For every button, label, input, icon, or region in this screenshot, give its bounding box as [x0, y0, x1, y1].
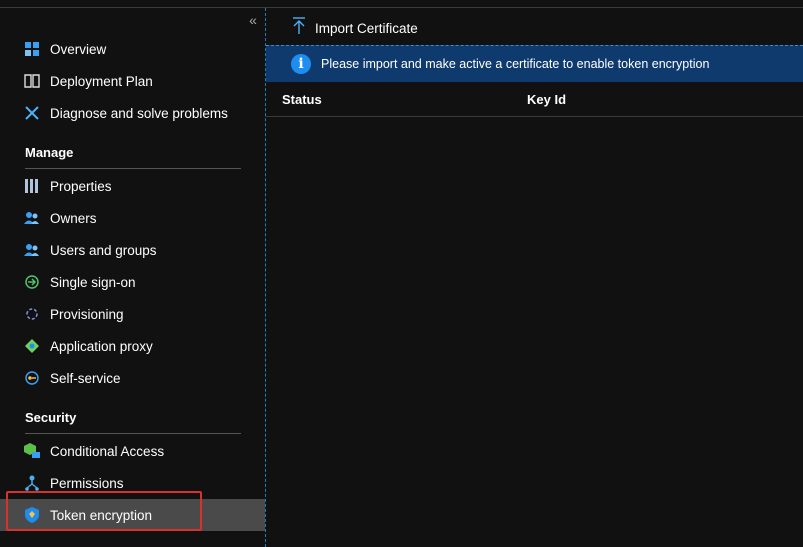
sidebar-item-label: Overview [50, 41, 107, 57]
app-proxy-icon [24, 338, 40, 354]
column-header-key-id[interactable]: Key Id [527, 92, 566, 107]
info-icon: i [291, 54, 311, 74]
info-banner: i Please import and make active a certif… [266, 45, 803, 82]
sign-in-icon [24, 274, 40, 290]
sidebar-item-label: Permissions [50, 475, 124, 491]
sidebar-item-label: Single sign-on [50, 274, 136, 290]
sidebar-item-token-encryption[interactable]: Token encryption [0, 499, 265, 531]
banner-message: Please import and make active a certific… [321, 57, 710, 71]
key-icon [24, 370, 40, 386]
users-icon [24, 210, 40, 226]
overview-grid-icon [24, 41, 40, 57]
sidebar-item-label: Token encryption [50, 507, 153, 523]
sidebar-item-self-service[interactable]: Self-service [0, 362, 265, 394]
section-heading-security: Security [25, 410, 77, 425]
sidebar-item-label: Properties [50, 178, 112, 194]
permissions-icon [24, 475, 40, 491]
sync-icon [24, 306, 40, 322]
sidebar-item-single-sign-on[interactable]: Single sign-on [0, 266, 265, 298]
sidebar-item-label: Diagnose and solve problems [50, 105, 228, 121]
sidebar-item-overview[interactable]: Overview [0, 33, 265, 65]
window-top-strip [0, 0, 803, 8]
properties-bars-icon [24, 178, 40, 194]
sidebar-item-deployment-plan[interactable]: Deployment Plan [0, 65, 265, 97]
collapse-sidebar-icon[interactable]: « [246, 13, 260, 27]
sidebar-item-label: Conditional Access [50, 443, 165, 459]
sidebar-item-permissions[interactable]: Permissions [0, 467, 265, 499]
import-certificate-label: Import Certificate [315, 20, 418, 36]
shield-icon [24, 507, 40, 523]
sidebar-item-label: Users and groups [50, 242, 157, 258]
table-header: Status Key Id [266, 82, 803, 117]
sidebar-item-application-proxy[interactable]: Application proxy [0, 330, 265, 362]
users-icon [24, 242, 40, 258]
sidebar-item-conditional-access[interactable]: Conditional Access [0, 435, 265, 467]
section-divider [25, 433, 241, 434]
sidebar-item-label: Owners [50, 210, 97, 226]
sidebar-item-label: Application proxy [50, 338, 153, 354]
wrench-icon [24, 105, 40, 121]
sidebar-item-provisioning[interactable]: Provisioning [0, 298, 265, 330]
sidebar-item-users-and-groups[interactable]: Users and groups [0, 234, 265, 266]
book-icon [24, 73, 40, 89]
section-heading-manage: Manage [25, 145, 74, 160]
upload-arrow-icon [292, 16, 306, 40]
import-certificate-button[interactable]: Import Certificate [292, 16, 418, 40]
sidebar-item-label: Provisioning [50, 306, 124, 322]
sidebar-item-diagnose[interactable]: Diagnose and solve problems [0, 97, 265, 129]
sidebar: « Overview Deployment Plan Diagnose and … [0, 8, 266, 547]
conditional-access-icon [24, 443, 40, 459]
main-content: Import Certificate i Please import and m… [266, 8, 803, 547]
column-header-status[interactable]: Status [282, 92, 322, 107]
section-divider [25, 168, 241, 169]
sidebar-item-owners[interactable]: Owners [0, 202, 265, 234]
sidebar-item-properties[interactable]: Properties [0, 170, 265, 202]
sidebar-item-label: Self-service [50, 370, 121, 386]
sidebar-item-label: Deployment Plan [50, 73, 153, 89]
